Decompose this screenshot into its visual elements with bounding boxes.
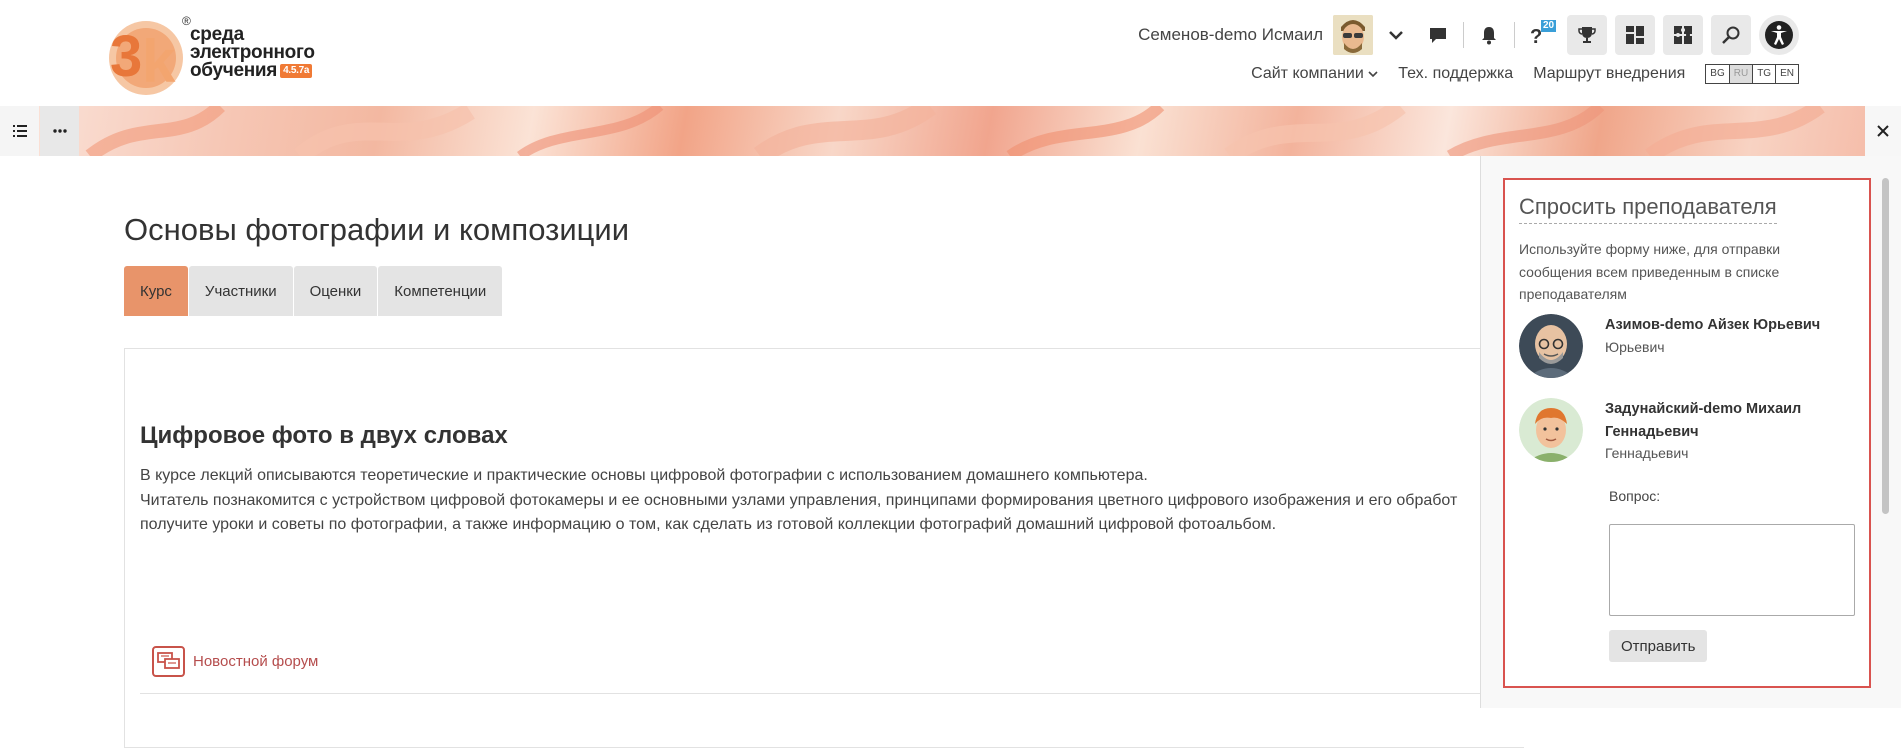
page-title: Основы фотографии и композиции (124, 212, 630, 247)
svg-text:3: 3 (110, 24, 142, 89)
section-divider (140, 693, 1480, 694)
notifications-button[interactable] (1470, 16, 1508, 54)
ellipsis-icon (52, 129, 67, 133)
lang-ru[interactable]: RU (1729, 65, 1754, 83)
site-logo[interactable]: 3 k ® среда электронного обучения 4.5.7a (106, 12, 326, 98)
ask-teacher-description: Используйте форму ниже, для отправки соо… (1519, 241, 1781, 302)
help-button[interactable]: ? 20 (1521, 16, 1559, 54)
tab-participants[interactable]: Участники (188, 266, 293, 316)
forum-label: Новостной форум (193, 653, 319, 670)
chevron-down-icon (1368, 71, 1378, 78)
decorative-banner (0, 106, 1901, 156)
course-content-card (124, 348, 1524, 748)
banner-pattern-icon (85, 106, 1825, 156)
bell-icon (1482, 27, 1496, 45)
trophy-icon (1578, 27, 1596, 43)
messages-button[interactable] (1419, 16, 1457, 54)
summary-line-2: Читатель познакомится с устройством цифр… (140, 491, 1458, 509)
support-link[interactable]: Тех. поддержка (1398, 65, 1513, 83)
course-index-toggle[interactable] (0, 106, 39, 156)
search-icon (1722, 26, 1740, 44)
toolbar-divider (1514, 22, 1515, 48)
course-tabs: Курс Участники Оценки Компетенции (124, 266, 503, 316)
version-badge: 4.5.7a (280, 63, 313, 78)
site-header: 3 k ® среда электронного обучения 4.5.7a … (0, 0, 1901, 106)
accessibility-button[interactable] (1759, 15, 1799, 55)
logo-line-3-text: обучения (190, 60, 278, 81)
list-icon (12, 125, 27, 137)
teacher-avatar (1519, 398, 1583, 462)
ask-teacher-block: Спросить преподавателя Используйте форму… (1503, 178, 1871, 688)
chat-icon (1430, 28, 1446, 43)
svg-text:k: k (142, 28, 176, 95)
accessibility-icon (1765, 21, 1793, 49)
dashboard-icon (1626, 26, 1644, 44)
tab-competencies[interactable]: Компетенции (378, 266, 503, 316)
teacher-name: Азимов-demo Айзек Юрьевич (1605, 317, 1821, 333)
user-name[interactable]: Семенов-demo Исмаил (1138, 25, 1323, 45)
news-forum-link[interactable]: Новостной форум (152, 646, 318, 677)
drawer-scrollbar[interactable] (1882, 178, 1889, 514)
send-button[interactable]: Отправить (1609, 630, 1708, 662)
toolbar-divider (1463, 22, 1464, 48)
summary-line-1: В курсе лекций описываются теоретические… (140, 467, 1148, 484)
company-site-link[interactable]: Сайт компании (1251, 65, 1378, 83)
close-drawer-button[interactable] (1865, 106, 1901, 156)
competencies-button[interactable] (1663, 15, 1703, 55)
question-textarea[interactable] (1609, 524, 1855, 616)
lang-tg[interactable]: TG (1753, 65, 1777, 83)
search-button[interactable] (1711, 15, 1751, 55)
teacher-name: Задунайский-demo Михаил Геннадьевич (1605, 401, 1802, 440)
summary-line-3: получите уроки и советы по фотографии, а… (140, 516, 1277, 533)
avatar-face-icon (1333, 15, 1373, 55)
logo-text: среда электронного обучения 4.5.7a (190, 25, 315, 81)
more-options-button[interactable] (40, 106, 79, 156)
teacher-subtitle: Юрьевич (1605, 339, 1665, 355)
bald-man-avatar-icon (1519, 314, 1583, 378)
lang-bg[interactable]: BG (1706, 65, 1730, 83)
logo-line-3: обучения 4.5.7a (190, 60, 315, 81)
teacher-avatar (1519, 314, 1583, 378)
lang-en[interactable]: EN (1776, 65, 1798, 83)
tab-grades[interactable]: Оценки (293, 266, 378, 316)
user-menu-toggle[interactable] (1377, 16, 1415, 54)
puzzle-icon (1674, 26, 1692, 44)
redhead-man-avatar-icon (1519, 398, 1583, 462)
ask-teacher-title: Спросить преподавателя (1519, 194, 1777, 224)
tab-course[interactable]: Курс (124, 266, 188, 316)
user-toolbar: Семенов-demo Исмаил ? 20 (1138, 14, 1799, 56)
language-switcher: BG RU TG EN (1705, 64, 1799, 84)
forum-icon (152, 646, 185, 677)
company-site-label: Сайт компании (1251, 65, 1364, 82)
help-count-badge: 20 (1541, 20, 1557, 32)
section-summary: В курсе лекций описываются теоретические… (140, 464, 1480, 538)
question-label: Вопрос: (1609, 488, 1661, 504)
dashboard-button[interactable] (1615, 15, 1655, 55)
section-title: Цифровое фото в двух словах (140, 422, 508, 449)
user-avatar[interactable] (1333, 15, 1373, 55)
chevron-down-icon (1389, 31, 1403, 40)
close-icon (1877, 125, 1889, 137)
route-link[interactable]: Маршрут внедрения (1533, 65, 1685, 83)
achievements-button[interactable] (1567, 15, 1607, 55)
teacher-subtitle: Геннадьевич (1605, 445, 1689, 461)
header-links: Сайт компании Тех. поддержка Маршрут вне… (1251, 62, 1799, 86)
logo-mark-icon: 3 k (109, 21, 183, 95)
